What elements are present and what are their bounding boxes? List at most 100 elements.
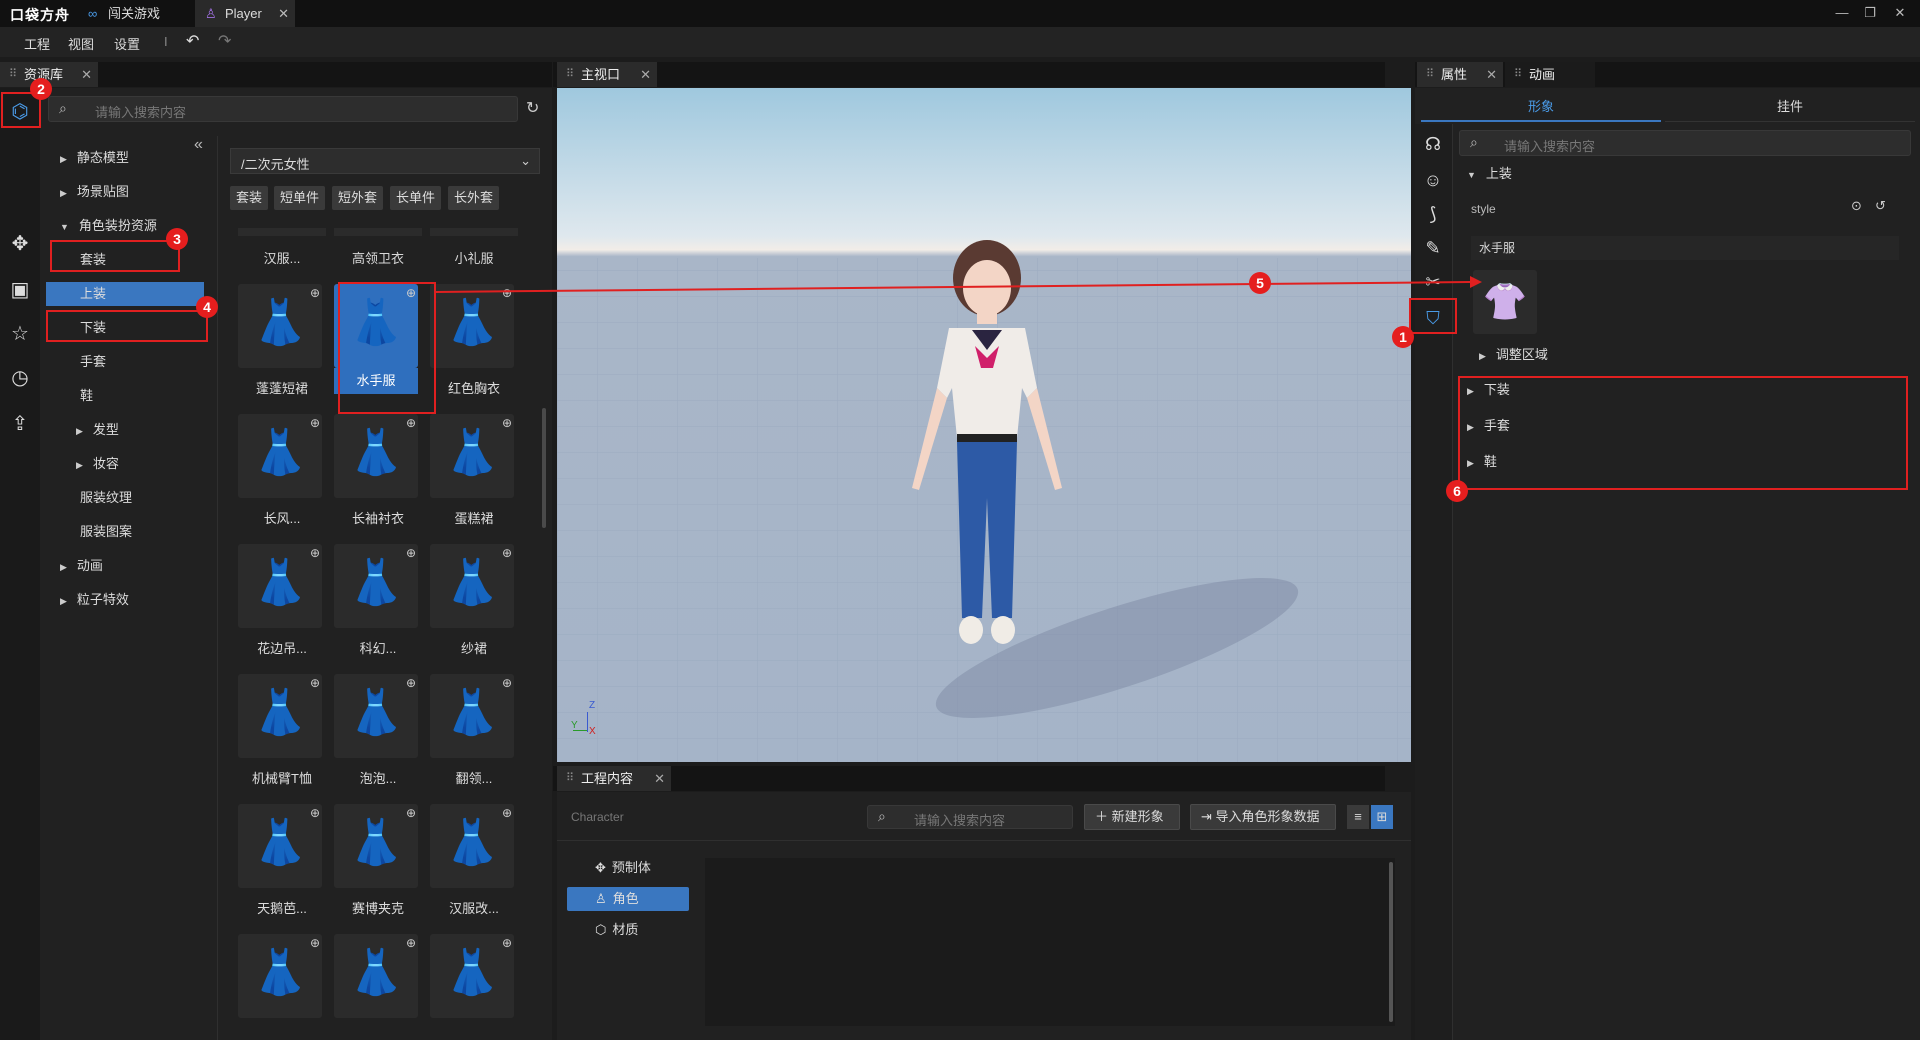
tree-item[interactable]: ▶ 粒子特效: [40, 588, 218, 612]
tab-main-viewport[interactable]: ⠿ 主视口 ✕: [557, 62, 657, 87]
asset-item[interactable]: 👗 ⊕ 翻领...: [426, 674, 514, 800]
asset-item[interactable]: 👗 ⊕ 长袖衬衣: [330, 414, 418, 540]
asset-item-partial[interactable]: 高领卫衣: [330, 228, 426, 267]
style-value-field[interactable]: 水手服: [1471, 236, 1899, 260]
history-icon[interactable]: ◷: [2, 360, 38, 396]
toolbox-icon[interactable]: ▣: [2, 272, 38, 308]
zoom-icon[interactable]: ⊕: [310, 416, 320, 430]
star-icon[interactable]: ☆: [2, 316, 38, 352]
asset-item[interactable]: 👗 ⊕ 长风...: [234, 414, 322, 540]
undo-icon[interactable]: ↶: [186, 31, 199, 51]
new-avatar-button[interactable]: ＋ 新建形象: [1084, 804, 1180, 830]
list-view-icon[interactable]: ≡: [1347, 805, 1369, 829]
subtab-attachments[interactable]: 挂件: [1665, 92, 1915, 122]
close-icon[interactable]: ✕: [640, 62, 651, 87]
refresh-icon[interactable]: ↻: [526, 98, 539, 118]
restore-button[interactable]: ❐: [1858, 2, 1882, 24]
project-list-item[interactable]: ♙ 角色: [567, 887, 689, 911]
tree-item[interactable]: 上装: [46, 282, 204, 306]
asset-item[interactable]: 👗 ⊕ 纱裙: [426, 544, 514, 670]
minimize-button[interactable]: —: [1830, 2, 1854, 24]
zoom-icon[interactable]: ⊕: [310, 806, 320, 820]
close-icon[interactable]: ✕: [278, 0, 289, 27]
project-list-item[interactable]: ✥ 预制体: [567, 856, 689, 880]
tree-item[interactable]: ▼ 角色装扮资源: [40, 214, 218, 238]
close-icon[interactable]: ✕: [654, 766, 665, 791]
redo-icon[interactable]: ↷: [218, 31, 231, 51]
asset-search-input[interactable]: ⌕ 请输入搜索内容: [48, 96, 518, 122]
zoom-icon[interactable]: ⊕: [406, 806, 416, 820]
zoom-icon[interactable]: ⊕: [502, 676, 512, 690]
project-search-input[interactable]: ⌕ 请输入搜索内容: [867, 805, 1073, 829]
import-avatar-button[interactable]: ⇥ 导入角色形象数据: [1190, 804, 1336, 830]
filter-chip[interactable]: 短外套: [332, 186, 384, 210]
tree-item[interactable]: 鞋: [40, 384, 218, 408]
zoom-icon[interactable]: ⊕: [406, 416, 416, 430]
subtab-appearance[interactable]: 形象: [1421, 92, 1661, 122]
tab-project-content[interactable]: ⠿ 工程内容 ✕: [557, 766, 671, 791]
filter-chip[interactable]: 套装: [230, 186, 269, 210]
asset-item[interactable]: 👗 ⊕ 花边吊...: [234, 544, 322, 670]
tab-challenge-game[interactable]: ∞ 闯关游戏: [78, 0, 196, 27]
tree-item[interactable]: 服装纹理: [40, 486, 218, 510]
tab-properties[interactable]: ⠿ 属性 ✕: [1417, 62, 1503, 87]
head-icon[interactable]: ☊: [1415, 126, 1451, 162]
tree-item[interactable]: ▶ 静态模型: [40, 146, 218, 170]
body-icon[interactable]: ⟆: [1415, 196, 1451, 232]
zoom-icon[interactable]: ⊕: [310, 936, 320, 950]
filter-chip[interactable]: 长外套: [448, 186, 500, 210]
zoom-icon[interactable]: ⊕: [502, 546, 512, 560]
tree-item[interactable]: ▶ 发型: [40, 418, 218, 442]
zoom-icon[interactable]: ⊕: [502, 416, 512, 430]
zoom-icon[interactable]: ⊕: [406, 676, 416, 690]
filter-chip[interactable]: 长单件: [390, 186, 442, 210]
category-dropdown[interactable]: /二次元女性 ⌄: [230, 148, 540, 174]
locate-icon[interactable]: ⊙: [1851, 198, 1862, 214]
asset-item[interactable]: 👗 ⊕: [330, 934, 418, 1040]
tab-animation[interactable]: ⠿ 动画: [1505, 62, 1595, 87]
section-tops[interactable]: ▼ 上装: [1467, 162, 1512, 186]
zoom-icon[interactable]: ⊕: [406, 936, 416, 950]
zoom-icon[interactable]: ⊕: [310, 676, 320, 690]
asset-item-partial[interactable]: 小礼服: [426, 228, 522, 267]
close-icon[interactable]: ✕: [1486, 62, 1497, 87]
grid-scrollbar[interactable]: [542, 408, 546, 528]
asset-item[interactable]: 👗 ⊕ 蓬蓬短裙: [234, 284, 322, 410]
tree-item[interactable]: ▶ 妆容: [40, 452, 218, 476]
zoom-icon[interactable]: ⊕: [310, 546, 320, 560]
asset-item[interactable]: 👗 ⊕: [426, 934, 514, 1040]
menu-settings[interactable]: 设置: [114, 34, 140, 53]
project-scrollbar[interactable]: [1389, 862, 1393, 1022]
tab-player[interactable]: ♙ Player ✕: [195, 0, 295, 27]
zoom-icon[interactable]: ⊕: [502, 936, 512, 950]
close-window-button[interactable]: ✕: [1888, 2, 1912, 24]
asset-item[interactable]: 👗 ⊕ 科幻...: [330, 544, 418, 670]
face-icon[interactable]: ☺: [1415, 162, 1451, 198]
asset-item[interactable]: 👗 ⊕: [234, 934, 322, 1040]
close-icon[interactable]: ✕: [81, 62, 92, 87]
tree-item[interactable]: ▶ 场景贴图: [40, 180, 218, 204]
asset-item-partial[interactable]: 汉服...: [234, 228, 330, 267]
zoom-icon[interactable]: ⊕: [502, 806, 512, 820]
filter-chip[interactable]: 短单件: [274, 186, 326, 210]
tree-item[interactable]: 手套: [40, 350, 218, 374]
components-icon[interactable]: ✥: [2, 226, 38, 262]
upload-icon[interactable]: ⇪: [2, 406, 38, 442]
grid-view-icon[interactable]: ⊞: [1371, 805, 1393, 829]
asset-item[interactable]: 👗 ⊕ 泡泡...: [330, 674, 418, 800]
zoom-icon[interactable]: ⊕: [310, 286, 320, 300]
reset-icon[interactable]: ↺: [1875, 198, 1886, 214]
tree-item[interactable]: ▶ 动画: [40, 554, 218, 578]
main-viewport[interactable]: Z Y X: [557, 88, 1411, 762]
asset-item[interactable]: 👗 ⊕ 机械臂T恤: [234, 674, 322, 800]
asset-item[interactable]: 👗 ⊕ 汉服改...: [426, 804, 514, 930]
zoom-icon[interactable]: ⊕: [406, 546, 416, 560]
project-list-item[interactable]: ⬡ 材质: [567, 918, 689, 942]
section-adjust-area[interactable]: ▶ 调整区域: [1479, 343, 1548, 367]
menu-view[interactable]: 视图: [68, 34, 94, 53]
asset-item[interactable]: 👗 ⊕ 天鹅芭...: [234, 804, 322, 930]
asset-item[interactable]: 👗 ⊕ 赛博夹克: [330, 804, 418, 930]
inspector-search-input[interactable]: ⌕ 请输入搜索内容: [1459, 130, 1911, 156]
menu-project[interactable]: 工程: [24, 34, 50, 53]
brush-icon[interactable]: ✎: [1415, 230, 1451, 266]
